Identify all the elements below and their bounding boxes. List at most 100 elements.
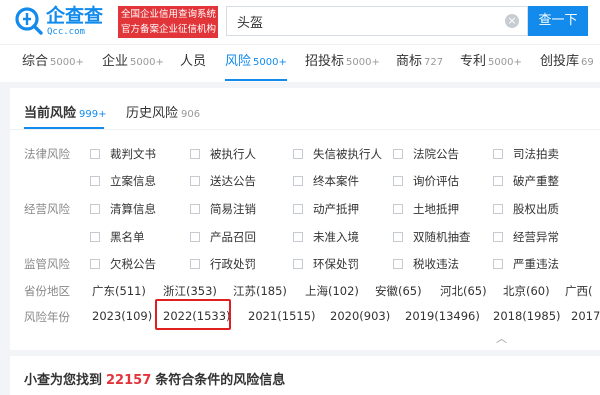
checkbox[interactable] [393, 259, 403, 269]
filter-checkbox[interactable]: 司法拍卖 [493, 146, 559, 162]
tab-venture[interactable]: 创投库 69 [540, 45, 594, 81]
checkbox[interactable] [393, 204, 403, 214]
tab-trademark[interactable]: 商标 727 [396, 45, 443, 81]
filter-checkbox[interactable]: 经营异常 [493, 229, 559, 245]
checkbox-label: 裁判文书 [110, 147, 156, 161]
qcc-logo-icon[interactable] [14, 6, 44, 36]
filter-checkbox[interactable]: 双随机抽查 [393, 229, 471, 245]
year-label: 风险年份 [24, 310, 70, 324]
tab-count: 5000+ [130, 57, 164, 68]
filter-checkbox[interactable]: 法院公告 [393, 146, 459, 162]
filter-checkbox[interactable]: 严重违法 [493, 256, 559, 272]
checkbox[interactable] [493, 176, 503, 186]
checkbox[interactable] [190, 259, 200, 269]
tab-bidding[interactable]: 招投标 5000+ [305, 45, 380, 81]
checkbox[interactable] [293, 149, 303, 159]
checkbox[interactable] [493, 232, 503, 242]
checkbox[interactable] [393, 149, 403, 159]
checkbox-label: 产品召回 [210, 230, 256, 244]
tab-count: 727 [424, 57, 444, 68]
subtab-label: 当前风险 [24, 106, 77, 121]
search-input[interactable] [237, 11, 497, 31]
checkbox[interactable] [190, 149, 200, 159]
checkbox[interactable] [293, 259, 303, 269]
checkbox[interactable] [190, 176, 200, 186]
clear-icon[interactable]: × [505, 14, 519, 28]
checkbox[interactable] [90, 232, 100, 242]
search-button[interactable]: 查一下 [528, 6, 588, 36]
checkbox[interactable] [493, 149, 503, 159]
year-option[interactable]: 2019(13496) [405, 309, 480, 323]
subtab-current-risk[interactable]: 当前风险 999+ [24, 102, 106, 121]
subtab-history-risk[interactable]: 历史风险 906 [126, 102, 200, 121]
year-option[interactable]: 2023(109) [92, 309, 152, 323]
filter-checkbox[interactable]: 未准入境 [293, 229, 359, 245]
checkbox[interactable] [90, 149, 100, 159]
checkbox[interactable] [393, 232, 403, 242]
province-option[interactable]: 广东(511) [92, 283, 146, 299]
year-option[interactable]: 2021(1515) [248, 309, 316, 323]
tab-count: 5000+ [488, 57, 522, 68]
checkbox[interactable] [293, 232, 303, 242]
checkbox[interactable] [190, 204, 200, 214]
checkbox[interactable] [493, 259, 503, 269]
filter-checkbox[interactable]: 黑名单 [90, 229, 145, 245]
tab-label: 风险 [225, 54, 252, 69]
filter-checkbox[interactable]: 欠税公告 [90, 256, 156, 272]
year-highlight-box [155, 299, 231, 330]
result-suffix: 条符合条件的风险信息 [155, 373, 286, 388]
slogan-badge: 全国企业信用查询系统 官方备案企业征信机构 [118, 6, 218, 38]
tab-label: 综合 [22, 54, 49, 69]
checkbox[interactable] [293, 176, 303, 186]
province-option[interactable]: 上海(102) [305, 283, 359, 299]
tab-patent[interactable]: 专利 5000+ [460, 45, 522, 81]
filter-checkbox[interactable]: 股权出质 [493, 201, 559, 217]
tab-comprehensive[interactable]: 综合 5000+ [22, 45, 84, 81]
checkbox[interactable] [190, 232, 200, 242]
checkbox[interactable] [90, 204, 100, 214]
province-option[interactable]: 浙江(353) [163, 283, 217, 299]
province-option[interactable]: 安徽(65) [375, 283, 422, 299]
year-option[interactable]: 2017 [571, 309, 600, 323]
regulatory-risk-label: 监管风险 [24, 257, 70, 271]
filter-checkbox[interactable]: 行政处罚 [190, 256, 256, 272]
checkbox[interactable] [493, 204, 503, 214]
filter-checkbox[interactable]: 裁判文书 [90, 146, 156, 162]
checkbox[interactable] [90, 176, 100, 186]
filter-checkbox[interactable]: 送达公告 [190, 173, 256, 189]
tab-company[interactable]: 企业 5000+ [102, 45, 164, 81]
province-option[interactable]: 河北(65) [440, 283, 487, 299]
filter-checkbox[interactable]: 立案信息 [90, 173, 156, 189]
filter-checkbox[interactable]: 税收违法 [393, 256, 459, 272]
filter-checkbox[interactable]: 终本案件 [293, 173, 359, 189]
province-option[interactable]: 江苏(185) [233, 283, 287, 299]
checkbox-label: 清算信息 [110, 202, 156, 216]
filter-checkbox[interactable]: 破产重整 [493, 173, 559, 189]
checkbox-label: 经营异常 [513, 230, 559, 244]
filter-checkbox[interactable]: 清算信息 [90, 201, 156, 217]
tab-person[interactable]: 人员 [180, 45, 206, 81]
filter-checkbox[interactable]: 产品召回 [190, 229, 256, 245]
checkbox-label: 简易注销 [210, 202, 256, 216]
province-option[interactable]: 北京(60) [503, 283, 550, 299]
filter-checkbox[interactable]: 询价评估 [393, 173, 459, 189]
filter-checkbox[interactable]: 环保处罚 [293, 256, 359, 272]
checkbox-label: 土地抵押 [413, 202, 459, 216]
chevron-up-icon[interactable]: ︿ [496, 333, 510, 344]
filter-checkbox[interactable]: 土地抵押 [393, 201, 459, 217]
filter-checkbox[interactable]: 被执行人 [190, 146, 256, 162]
checkbox[interactable] [393, 176, 403, 186]
logo-text[interactable]: 企查查 [46, 5, 103, 27]
tab-risk[interactable]: 风险 5000+ [225, 45, 287, 81]
year-option[interactable]: 2018(1985) [493, 309, 561, 323]
checkbox[interactable] [293, 204, 303, 214]
checkbox-label: 破产重整 [513, 174, 559, 188]
province-label: 省份地区 [24, 284, 70, 298]
filter-checkbox[interactable]: 动产抵押 [293, 201, 359, 217]
province-option[interactable]: 广西( [565, 283, 593, 299]
tab-count: 5000+ [346, 57, 380, 68]
checkbox[interactable] [90, 259, 100, 269]
filter-checkbox[interactable]: 简易注销 [190, 201, 256, 217]
filter-checkbox[interactable]: 失信被执行人 [293, 146, 382, 162]
year-option[interactable]: 2020(903) [330, 309, 390, 323]
